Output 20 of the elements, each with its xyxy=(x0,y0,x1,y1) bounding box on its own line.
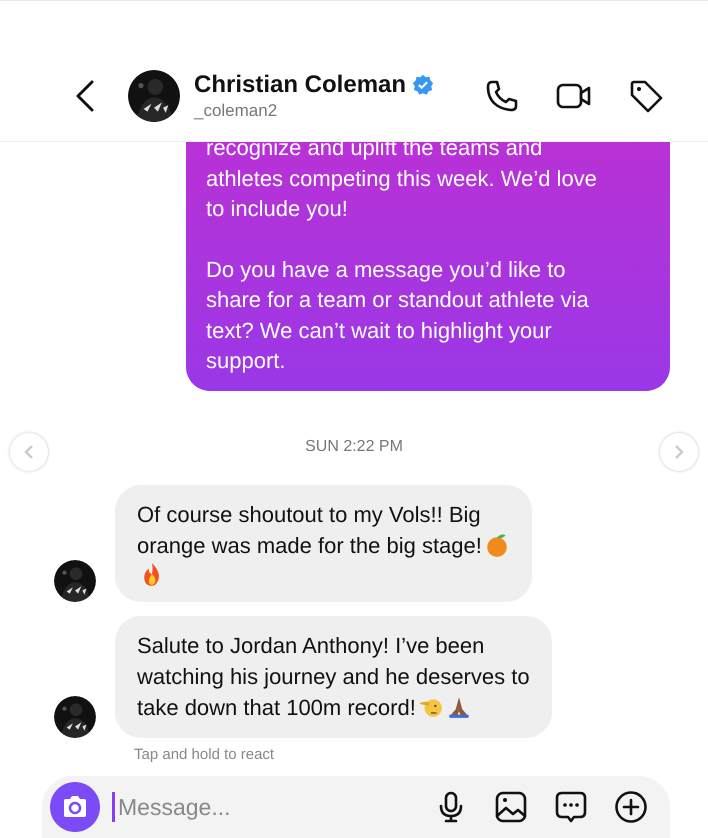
camera-button[interactable] xyxy=(50,782,100,832)
phone-icon[interactable] xyxy=(484,78,520,114)
chevron-right-icon xyxy=(672,442,686,460)
tag-icon[interactable] xyxy=(628,78,664,114)
image-icon[interactable] xyxy=(494,790,528,824)
add-icon[interactable] xyxy=(614,790,648,824)
timestamp: SUN 2:22 PM xyxy=(305,436,403,456)
message-text: Of course shoutout to my Vols!! Big xyxy=(137,500,481,529)
message-field[interactable]: Message... xyxy=(116,792,320,822)
message-text: orange was made for the big stage! xyxy=(137,532,482,560)
contact-name: Christian Coleman xyxy=(194,71,406,99)
chat-bubble-icon[interactable] xyxy=(554,790,588,824)
message-text: Do you have a message you’d like to share for a team or standout athlete via text? We can’t wait to highlight your support. xyxy=(206,256,590,375)
message-text: take down that 100m record! xyxy=(137,694,416,722)
reaction-hint: Tap and hold to react xyxy=(134,746,276,762)
message-text: watching his journey and he deserves to xyxy=(137,662,530,691)
username: _coleman2 xyxy=(194,101,278,121)
chevron-left-icon xyxy=(22,442,36,460)
message-text: Salute to Jordan Anthony! I’ve been xyxy=(137,632,484,660)
camera-icon xyxy=(61,795,89,819)
